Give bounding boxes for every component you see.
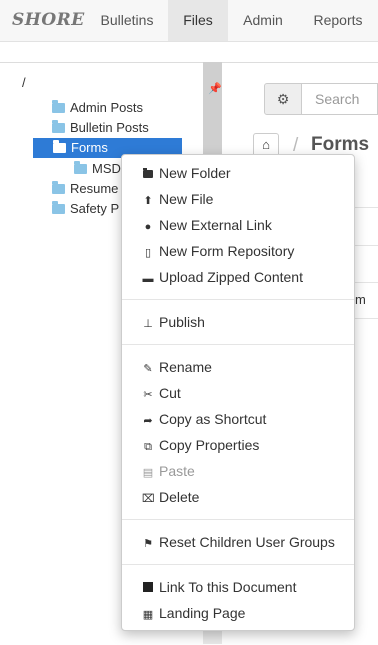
- row-divider: [355, 245, 378, 246]
- nav-files[interactable]: Files: [168, 0, 228, 41]
- page-title: Forms: [311, 134, 370, 155]
- tree-node-label: Admin Posts: [70, 100, 143, 115]
- menu-new-form-repository[interactable]: ▯ New Form Repository: [142, 239, 294, 263]
- folder-icon: [142, 163, 154, 187]
- row-divider: [355, 282, 378, 283]
- nav-bulletins[interactable]: Bulletins: [86, 0, 168, 41]
- row-divider: [355, 207, 378, 208]
- menu-divider: [122, 519, 354, 520]
- tree-node-label: Forms: [71, 140, 108, 155]
- nav-admin[interactable]: Admin: [228, 0, 298, 41]
- menu-paste[interactable]: ▤ Paste: [142, 459, 195, 483]
- menu-label: Paste: [159, 463, 195, 479]
- top-navbar: SHORE Bulletins Files Admin Reports: [0, 0, 378, 42]
- scroll-thumb[interactable]: [203, 62, 222, 158]
- tree-root[interactable]: /: [22, 75, 26, 90]
- menu-label: Copy as Shortcut: [159, 411, 267, 427]
- document-icon: ▯: [144, 247, 152, 259]
- menu-reset-groups[interactable]: ⚑ Reset Children User Groups: [142, 530, 335, 554]
- tree-node-label: Resume: [70, 181, 119, 196]
- tree-node-label: MSD: [92, 161, 121, 176]
- pin-icon: ⊥: [143, 318, 153, 330]
- menu-delete[interactable]: ⌧ Delete: [142, 485, 199, 509]
- archive-icon: ▬: [142, 273, 154, 285]
- tree-node-safety[interactable]: Safety P: [52, 199, 119, 219]
- menu-cut[interactable]: ✂ Cut: [142, 381, 181, 405]
- menu-label: Reset Children User Groups: [159, 534, 335, 550]
- scissors-icon: ✂: [143, 389, 153, 401]
- search-input[interactable]: Search: [302, 83, 378, 115]
- menu-rename[interactable]: ✎ Rename: [142, 355, 212, 379]
- menu-label: Cut: [159, 385, 181, 401]
- menu-label: Link To this Document: [159, 579, 297, 595]
- menu-copy-shortcut[interactable]: ➦ Copy as Shortcut: [142, 407, 266, 431]
- gears-icon: ⚙: [276, 91, 290, 107]
- external-link-icon: [142, 577, 154, 601]
- list-item-text: m: [355, 292, 366, 307]
- settings-button[interactable]: ⚙: [264, 83, 302, 115]
- menu-label: New File: [159, 191, 214, 207]
- context-menu: New Folder ⬆ New File ● New External Link …: [121, 154, 355, 631]
- tree-node-label: Bulletin Posts: [70, 120, 149, 135]
- menu-label: Upload Zipped Content: [159, 269, 303, 285]
- menu-new-external-link[interactable]: ● New External Link: [142, 213, 272, 237]
- folder-icon: [52, 120, 65, 133]
- menu-label: Copy Properties: [159, 437, 260, 453]
- menu-label: Publish: [159, 314, 205, 330]
- qrcode-icon: ▦: [142, 609, 154, 621]
- tree-node-label: Safety P: [70, 201, 120, 216]
- menu-publish[interactable]: ⊥ Publish: [142, 310, 205, 334]
- menu-label: Rename: [159, 359, 212, 375]
- tree-node-resume[interactable]: Resume: [52, 179, 118, 199]
- menu-divider: [122, 299, 354, 300]
- tree-node-msd[interactable]: MSD: [74, 159, 121, 179]
- tree-node-admin-posts[interactable]: Admin Posts: [52, 98, 143, 118]
- nav-reports[interactable]: Reports: [298, 0, 378, 41]
- folder-open-icon: [52, 181, 65, 194]
- menu-label: New Folder: [159, 165, 231, 181]
- pencil-icon: ✎: [143, 363, 153, 375]
- tree-node-bulletin-posts[interactable]: Bulletin Posts: [52, 118, 149, 138]
- menu-copy-properties[interactable]: ⧉ Copy Properties: [142, 433, 259, 457]
- folder-open-icon: [53, 140, 66, 153]
- brand-logo[interactable]: SHORE: [12, 10, 85, 30]
- menu-new-folder[interactable]: New Folder: [142, 161, 231, 185]
- menu-landing-page[interactable]: ▦ Landing Page: [142, 601, 246, 625]
- trash-icon: ⌧: [142, 493, 155, 505]
- menu-new-file[interactable]: ⬆ New File: [142, 187, 213, 211]
- menu-label: Landing Page: [159, 605, 246, 621]
- share-arrow-icon: ➦: [143, 415, 153, 427]
- menu-divider: [122, 344, 354, 345]
- folder-icon: [52, 201, 65, 214]
- globe-icon: ●: [144, 221, 152, 233]
- home-icon: ⌂: [262, 137, 270, 152]
- folder-open-icon: [74, 161, 87, 174]
- menu-label: New Form Repository: [159, 243, 295, 259]
- folder-icon: [52, 100, 65, 113]
- flag-icon: ⚑: [143, 538, 153, 550]
- menu-divider: [122, 564, 354, 565]
- menu-link-document[interactable]: Link To this Document: [142, 575, 296, 599]
- divider: [222, 62, 378, 63]
- menu-label: New External Link: [159, 217, 272, 233]
- row-divider: [355, 318, 378, 319]
- upload-icon: ⬆: [143, 195, 153, 207]
- copy-icon: ⧉: [144, 441, 152, 453]
- pin-icon[interactable]: 📌: [208, 82, 222, 95]
- menu-upload-zipped[interactable]: ▬ Upload Zipped Content: [142, 265, 304, 289]
- menu-label: Delete: [159, 489, 200, 505]
- clipboard-icon: ▤: [142, 467, 154, 479]
